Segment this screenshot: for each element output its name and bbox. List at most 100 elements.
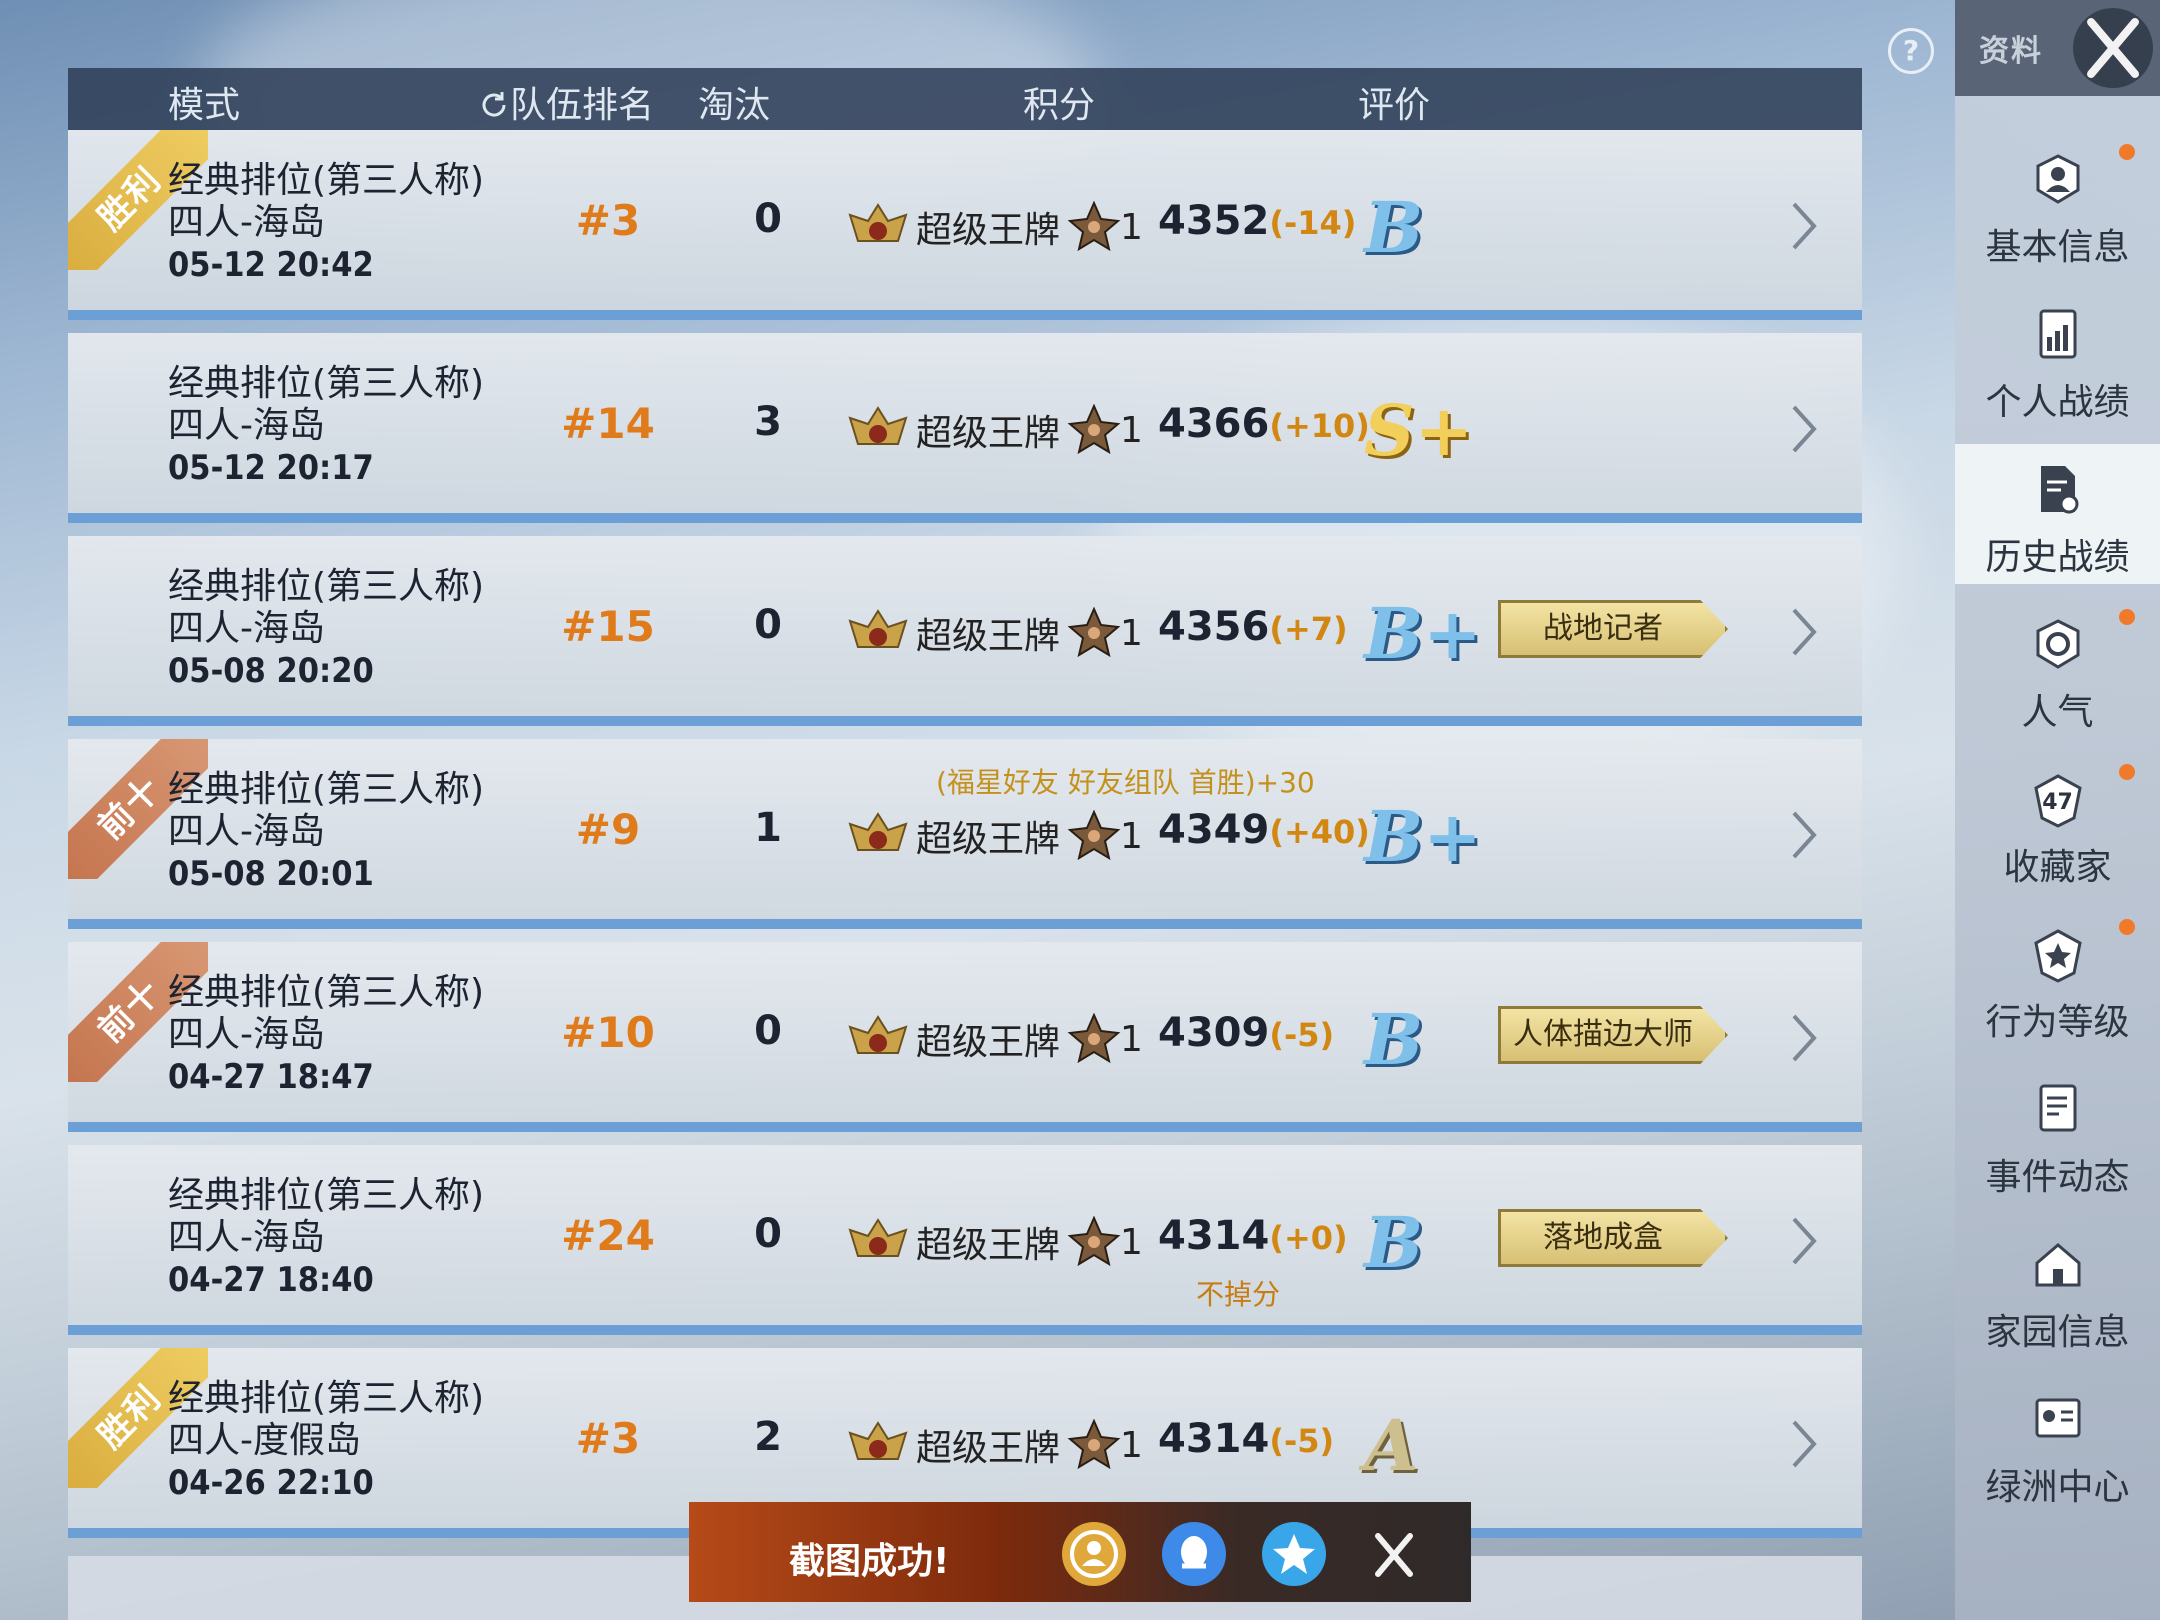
qzone-share-button[interactable] (1262, 1522, 1326, 1586)
popularity-icon (2036, 619, 2080, 669)
sidebar-item-stats[interactable]: 个人战绩 (1955, 289, 2160, 429)
close-icon[interactable] (1362, 1522, 1426, 1586)
team-rank: #3 (575, 1414, 641, 1463)
map-name: 四人-海岛 (168, 405, 325, 446)
match-row[interactable]: 经典排位(第三人称) 四人-海岛 05-12 20:17 #14 3 超级王牌 1 4366(… (68, 333, 1862, 523)
sidebar-item-label: 个人战绩 (1985, 382, 2130, 423)
score-value: 4366 (1158, 401, 1270, 447)
match-mode-info: 经典排位(第三人称) 四人-度假岛 04-26 22:10 (168, 1378, 484, 1504)
chevron-right-icon[interactable] (1784, 196, 1824, 256)
map-name: 四人-海岛 (168, 202, 325, 243)
score-value: 4309 (1158, 1010, 1270, 1056)
sidebar-item-label: 收藏家 (2003, 847, 2112, 888)
home-icon (2035, 1243, 2081, 1287)
map-name: 四人-海岛 (168, 1014, 325, 1055)
events-icon (2039, 1084, 2077, 1132)
toast-close-button[interactable] (1362, 1522, 1426, 1586)
score-info: 4366(+10) (1158, 401, 1370, 447)
notification-dot (2119, 609, 2135, 625)
chevron-right-icon[interactable] (1784, 602, 1824, 662)
header-rating: 评价 (1358, 85, 1431, 126)
tier-info: 超级王牌 1 (848, 1215, 1143, 1269)
notification-dot (2119, 919, 2135, 935)
match-row[interactable]: 前十 经典排位(第三人称) 四人-海岛 04-27 18:47 #10 0 超级王牌 1 430… (68, 942, 1862, 1132)
chevron-right-icon[interactable] (1784, 1211, 1824, 1271)
chevron-right-icon[interactable] (1784, 1008, 1824, 1068)
match-mode-info: 经典排位(第三人称) 四人-海岛 04-27 18:47 (168, 972, 484, 1098)
map-name: 四人-度假岛 (168, 1420, 361, 1461)
map-name: 四人-海岛 (168, 608, 325, 649)
team-rank: #3 (575, 196, 641, 245)
match-row[interactable]: 前十 经典排位(第三人称) 四人-海岛 05-08 20:01 #9 1 (福星好友 好友组… (68, 739, 1862, 929)
friends-share-button[interactable] (1062, 1522, 1126, 1586)
match-row[interactable]: 经典排位(第三人称) 四人-海岛 04-27 18:40 #24 0 超级王牌 1 4314(… (68, 1145, 1862, 1335)
qq-share-icon[interactable] (1162, 1522, 1226, 1586)
super-ace-tier-icon (848, 609, 908, 648)
sidebar-item-label: 绿洲中心 (1985, 1467, 2130, 1508)
chevron-right-icon[interactable] (1784, 805, 1824, 865)
elim-count: 0 (754, 1008, 782, 1054)
stats-icon (2039, 309, 2077, 359)
tier-stars: 1 (1120, 1018, 1143, 1060)
mode-name: 经典排位(第三人称) (168, 566, 485, 607)
tier-stars: 1 (1120, 1424, 1143, 1466)
toast-message: 截图成功! (789, 1541, 950, 1582)
sidebar-item-popularity[interactable]: 人气 (1955, 599, 2160, 739)
tier-info: 超级王牌 1 (848, 1012, 1143, 1066)
tier-stars: 1 (1120, 815, 1143, 857)
sidebar-item-history[interactable]: 历史战绩 (1955, 444, 2160, 584)
profile-icon (2036, 154, 2080, 204)
elim-count: 0 (754, 196, 782, 242)
match-row[interactable]: 胜利 经典排位(第三人称) 四人-海岛 05-12 20:42 #3 0 超级王牌 1 4352… (68, 130, 1862, 320)
chevron-right-icon[interactable] (1784, 399, 1824, 459)
sidebar-item-profile[interactable]: 基本信息 (1955, 134, 2160, 274)
map-name: 四人-海岛 (168, 811, 325, 852)
refresh-icon[interactable] (478, 89, 510, 121)
sidebar-header: 资料 (1955, 0, 2160, 96)
collector-level: 47 (2042, 790, 2073, 815)
team-rank: #24 (561, 1211, 655, 1260)
qq-share-button[interactable] (1162, 1522, 1226, 1586)
score-value: 4349 (1158, 807, 1270, 853)
tier-info: 超级王牌 1 (848, 606, 1143, 660)
sidebar-item-events[interactable]: 事件动态 (1955, 1064, 2160, 1204)
elim-count: 1 (754, 805, 782, 851)
score-value: 4356 (1158, 604, 1270, 650)
chevron-right-icon[interactable] (1784, 1414, 1824, 1474)
score-delta: (-5) (1269, 1422, 1335, 1460)
mode-name: 经典排位(第三人称) (168, 1175, 485, 1216)
history-icon (2041, 466, 2079, 514)
super-ace-tier-icon (848, 203, 908, 242)
header-mode: 模式 (168, 85, 241, 126)
sidebar-item-oasis[interactable]: 绿洲中心 (1955, 1374, 2160, 1514)
rank-star-icon (1067, 607, 1121, 658)
sidebar-item-collector[interactable]: 47 收藏家 (1955, 754, 2160, 894)
rating-grade: S+ (1364, 389, 1474, 472)
tier-name: 超级王牌 (916, 616, 1061, 657)
friends-share-icon[interactable] (1062, 1522, 1126, 1586)
notification-dot (2119, 144, 2135, 160)
close-icon[interactable] (2073, 8, 2153, 88)
tier-name: 超级王牌 (916, 210, 1061, 251)
qzone-share-icon[interactable] (1262, 1522, 1326, 1586)
sidebar-item-home[interactable]: 家园信息 (1955, 1219, 2160, 1359)
sidebar-item-label: 家园信息 (1985, 1312, 2130, 1353)
match-mode-info: 经典排位(第三人称) 四人-海岛 05-12 20:17 (168, 363, 484, 489)
match-mode-info: 经典排位(第三人称) 四人-海岛 05-08 20:20 (168, 566, 484, 692)
rating-grade: B (1364, 186, 1424, 269)
tier-stars: 1 (1120, 612, 1143, 654)
elim-count: 2 (754, 1414, 782, 1460)
help-button[interactable]: ? (1888, 28, 1934, 74)
elim-count: 3 (754, 399, 782, 445)
tier-info: 超级王牌 1 (848, 809, 1143, 863)
close-button[interactable] (2073, 8, 2153, 88)
match-row[interactable]: 经典排位(第三人称) 四人-海岛 05-08 20:20 #15 0 超级王牌 1 4356(… (68, 536, 1862, 726)
sidebar-item-behavior[interactable]: 行为等级 (1955, 909, 2160, 1049)
header-team-rank[interactable]: 队伍排名 (478, 76, 654, 128)
score-note: 不掉分 (1196, 1278, 1281, 1311)
super-ace-tier-icon (848, 1421, 908, 1460)
oasis-icon (2035, 1398, 2081, 1438)
rank-star-icon (1067, 1216, 1121, 1267)
header-elims: 淘汰 (698, 85, 771, 126)
sidebar-item-label: 事件动态 (1985, 1157, 2130, 1198)
